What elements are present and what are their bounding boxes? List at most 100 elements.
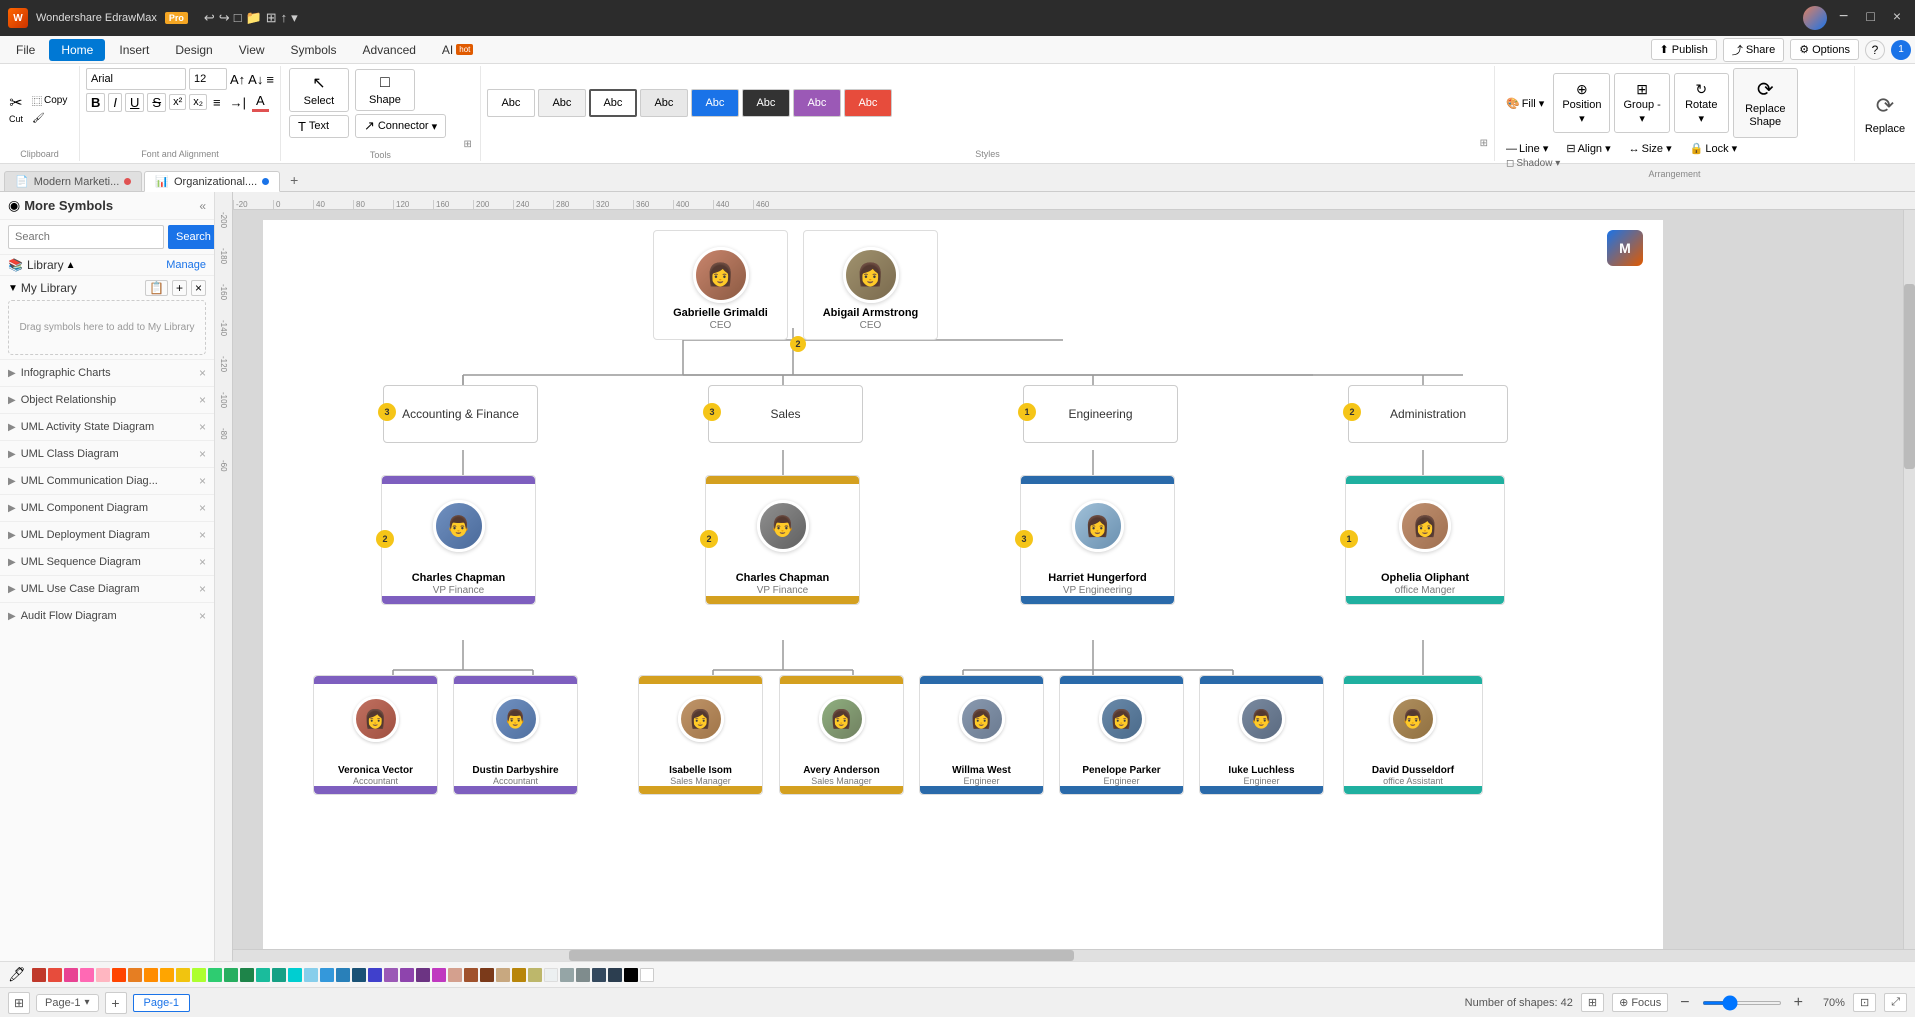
color-swatch-blue[interactable] xyxy=(336,968,350,982)
scrollbar-v[interactable] xyxy=(1903,210,1915,949)
format-painter-btn[interactable]: 🖌 xyxy=(28,111,71,126)
style-swatch-5[interactable]: Abc xyxy=(691,89,739,117)
lock-btn[interactable]: 🔒Lock ▾ xyxy=(1685,140,1743,157)
cut-btn[interactable]: ✂Cut xyxy=(6,90,26,127)
manage-link[interactable]: Manage xyxy=(166,259,206,271)
section-close-icon[interactable]: × xyxy=(199,474,206,488)
color-swatch-dark[interactable] xyxy=(608,968,622,982)
color-swatch-teal[interactable] xyxy=(272,968,286,982)
sidebar-item-uml-use-case[interactable]: ▶ UML Use Case Diagram × xyxy=(0,575,214,602)
section-close-icon[interactable]: × xyxy=(199,366,206,380)
zoom-out-btn[interactable]: − xyxy=(1676,994,1693,1012)
grid-toggle-btn[interactable]: ⊞ xyxy=(8,992,30,1014)
staff-willma[interactable]: 👩 Willma West Engineer xyxy=(919,675,1044,795)
canvas-viewport[interactable]: 👩 Gabrielle Grimaldi CEO 👩 Abigail Armst… xyxy=(233,210,1915,961)
shape-btn[interactable]: □ Shape xyxy=(355,69,415,111)
bold-btn[interactable]: B xyxy=(86,93,105,112)
color-swatch-yellow[interactable] xyxy=(176,968,190,982)
menu-view[interactable]: View xyxy=(227,39,277,61)
color-swatch-gold[interactable] xyxy=(512,968,526,982)
style-swatch-8[interactable]: Abc xyxy=(844,89,892,117)
layers-btn[interactable]: ⊞ xyxy=(1581,993,1604,1012)
superscript-btn[interactable]: x² xyxy=(169,94,186,110)
color-swatch-purple[interactable] xyxy=(400,968,414,982)
tab-add-btn[interactable]: + xyxy=(282,169,306,191)
group-btn[interactable]: ⊞Group -▾ xyxy=(1614,73,1669,133)
menu-insert[interactable]: Insert xyxy=(107,39,161,61)
staff-avery[interactable]: 👩 Avery Anderson Sales Manager xyxy=(779,675,904,795)
section-close-icon[interactable]: × xyxy=(199,609,206,623)
color-swatch-yellow-orange[interactable] xyxy=(160,968,174,982)
shadow-btn[interactable]: ◻Shadow ▾ xyxy=(1501,158,1848,169)
text-align-btn[interactable]: ≡ xyxy=(266,72,274,87)
color-swatch-red-dark[interactable] xyxy=(32,968,46,982)
canvas-area[interactable]: -20 0 40 80 120 160 200 240 280 320 360 … xyxy=(215,192,1915,961)
font-name-input[interactable] xyxy=(86,68,186,90)
menu-ai[interactable]: AI hot xyxy=(430,39,485,61)
share-small-icon[interactable]: ↑ xyxy=(281,10,288,26)
position-btn[interactable]: ⊕Position▾ xyxy=(1553,73,1610,133)
color-swatch-pink-hot[interactable] xyxy=(64,968,78,982)
font-color-btn[interactable]: A xyxy=(252,92,269,112)
color-swatch-teal-light[interactable] xyxy=(256,968,270,982)
zoom-in-btn[interactable]: + xyxy=(1790,994,1807,1012)
template-icon[interactable]: ⊞ xyxy=(266,10,277,26)
rotate-btn[interactable]: ↻Rotate▾ xyxy=(1674,73,1729,133)
color-swatch-orange[interactable] xyxy=(128,968,142,982)
sidebar-item-infographic-charts[interactable]: ▶ Infographic Charts × xyxy=(0,359,214,386)
line-btn[interactable]: ―Line ▾ xyxy=(1501,140,1553,157)
dept-engineering[interactable]: Engineering xyxy=(1023,385,1178,443)
more-icon[interactable]: ▾ xyxy=(291,10,298,26)
color-swatch-pink[interactable] xyxy=(80,968,94,982)
vp-charles-sales[interactable]: 👨 Charles Chapman VP Finance xyxy=(705,475,860,605)
style-swatch-1[interactable]: Abc xyxy=(487,89,535,117)
my-library-expand-icon[interactable]: ▼ xyxy=(8,283,18,294)
scrollbar-h[interactable] xyxy=(233,949,1915,961)
sidebar-item-object-relationship[interactable]: ▶ Object Relationship × xyxy=(0,386,214,413)
close-btn[interactable]: × xyxy=(1887,6,1907,30)
color-swatch-purple-dark[interactable] xyxy=(416,968,430,982)
fill-btn[interactable]: 🎨Fill ▾ xyxy=(1501,95,1549,112)
sidebar-item-uml-deployment[interactable]: ▶ UML Deployment Diagram × xyxy=(0,521,214,548)
section-close-icon[interactable]: × xyxy=(199,393,206,407)
staff-dustin[interactable]: 👨 Dustin Darbyshire Accountant xyxy=(453,675,578,795)
strikethrough-btn[interactable]: S xyxy=(147,93,166,112)
color-swatch-white[interactable] xyxy=(640,968,654,982)
section-close-icon[interactable]: × xyxy=(199,582,206,596)
staff-luke[interactable]: 👨 Iuke Luchless Engineer xyxy=(1199,675,1324,795)
publish-btn[interactable]: ⬆ Publish xyxy=(1651,39,1717,60)
ceo-gabrielle-node[interactable]: 👩 Gabrielle Grimaldi CEO xyxy=(653,230,788,340)
redo-icon[interactable]: ↪ xyxy=(219,10,230,26)
color-swatch-gray[interactable] xyxy=(560,968,574,982)
search-btn[interactable]: Search xyxy=(168,225,215,249)
size-btn[interactable]: ↔Size ▾ xyxy=(1624,140,1677,157)
subscript-btn[interactable]: x₂ xyxy=(189,94,207,110)
sidebar-item-uml-activity[interactable]: ▶ UML Activity State Diagram × xyxy=(0,413,214,440)
section-close-icon[interactable]: × xyxy=(199,501,206,515)
sidebar-item-uml-class[interactable]: ▶ UML Class Diagram × xyxy=(0,440,214,467)
color-swatch-khaki[interactable] xyxy=(528,968,542,982)
style-swatch-7[interactable]: Abc xyxy=(793,89,841,117)
sidebar-item-uml-communication[interactable]: ▶ UML Communication Diag... × xyxy=(0,467,214,494)
copy-btn[interactable]: ⿴Copy xyxy=(28,91,71,110)
ceo-abigail-node[interactable]: 👩 Abigail Armstrong CEO xyxy=(803,230,938,340)
color-swatch-green-light[interactable] xyxy=(208,968,222,982)
color-swatch-brown-dark[interactable] xyxy=(480,968,494,982)
sidebar-item-uml-component[interactable]: ▶ UML Component Diagram × xyxy=(0,494,214,521)
staff-david[interactable]: 👨 David Dusseldorf office Assistant xyxy=(1343,675,1483,795)
color-swatch-gray-light[interactable] xyxy=(544,968,558,982)
font-increase-btn[interactable]: A↑ xyxy=(230,72,245,87)
color-swatch-magenta[interactable] xyxy=(432,968,446,982)
my-library-add-btn[interactable]: + xyxy=(172,280,187,296)
color-swatch-blue-dark[interactable] xyxy=(352,968,366,982)
color-swatch-indigo[interactable] xyxy=(368,968,382,982)
connector-btn[interactable]: ↗ Connector ▾ xyxy=(355,114,446,138)
color-swatch-brown[interactable] xyxy=(464,968,478,982)
color-swatch-green-dark[interactable] xyxy=(240,968,254,982)
save-icon[interactable]: □ xyxy=(234,10,242,26)
indent-btn[interactable]: →| xyxy=(227,94,249,111)
page-tab[interactable]: Page-1 ▾ xyxy=(36,994,99,1012)
add-page-btn[interactable]: + xyxy=(105,992,127,1014)
staff-penelope[interactable]: 👩 Penelope Parker Engineer xyxy=(1059,675,1184,795)
fullscreen-btn[interactable]: ⤢ xyxy=(1884,993,1907,1012)
